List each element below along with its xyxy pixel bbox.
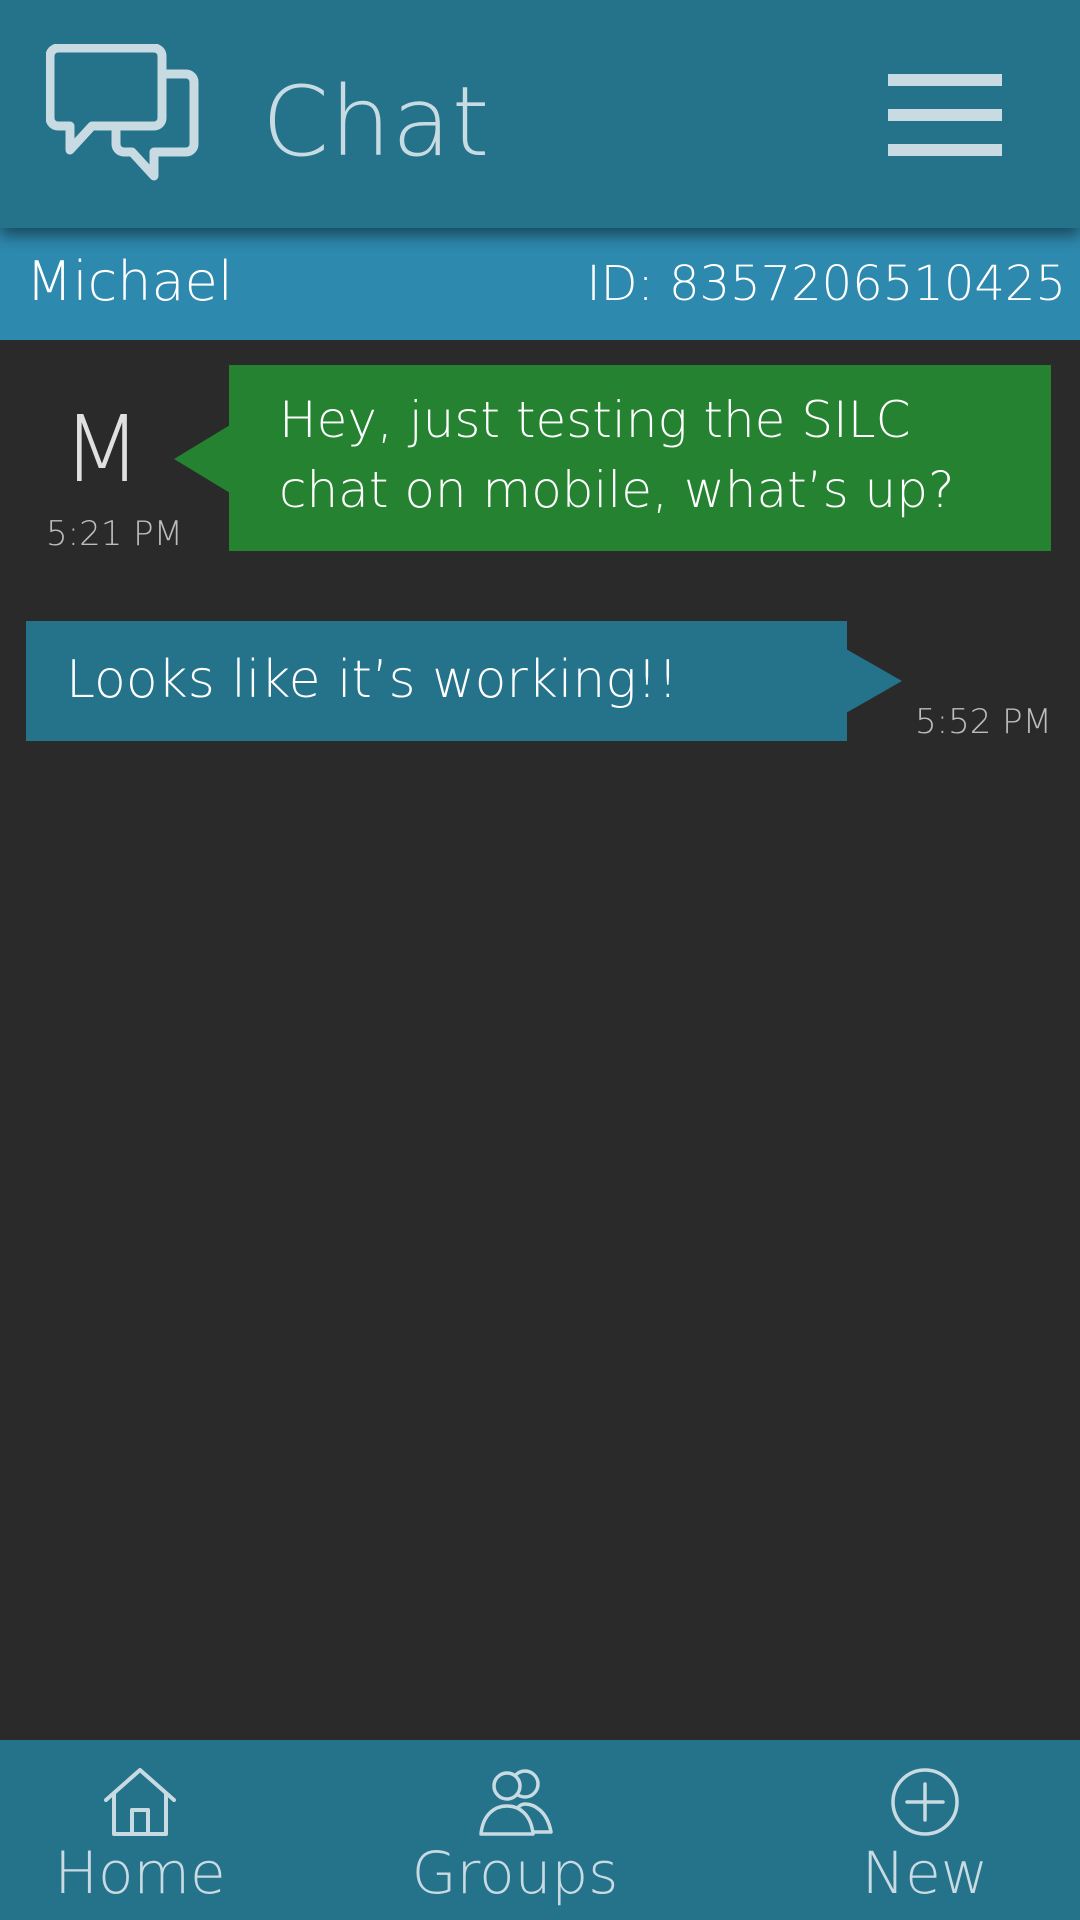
nav-new-button[interactable]: New xyxy=(830,1740,1020,1920)
nav-home-button[interactable]: Home xyxy=(40,1740,240,1920)
app-header: Chat xyxy=(0,0,1080,228)
message-bubble: Hey, just testing the SILC chat on mobil… xyxy=(229,365,1051,551)
message-text: Hey, just testing the SILC chat on mobil… xyxy=(279,391,955,519)
contact-name: Michael xyxy=(26,250,233,313)
hamburger-menu-icon-bar xyxy=(888,144,1002,156)
sender-avatar-initial: M xyxy=(62,396,142,503)
home-icon xyxy=(104,1768,176,1836)
groups-icon xyxy=(479,1769,553,1836)
nav-groups-button[interactable]: Groups xyxy=(410,1740,620,1920)
hamburger-menu-icon xyxy=(888,74,1002,86)
menu-button[interactable] xyxy=(880,60,1010,170)
message-bubble-tail xyxy=(174,425,230,493)
page-title: Chat xyxy=(262,66,491,178)
chat-screen: Chat Michael ID: 8357206510425 M 5:21 PM… xyxy=(0,0,1080,1920)
message-text: Looks like it’s working!! xyxy=(66,650,679,710)
contact-bar: Michael ID: 8357206510425 xyxy=(0,228,1080,340)
message-timestamp: 5:52 PM xyxy=(915,702,1052,742)
message-bubble-tail xyxy=(846,649,902,713)
nav-home-label: Home xyxy=(54,1839,226,1907)
message-timestamp: 5:21 PM xyxy=(46,514,183,554)
message-bubble: Looks like it’s working!! xyxy=(26,621,847,741)
nav-new-label: New xyxy=(861,1839,989,1907)
nav-groups-label: Groups xyxy=(411,1839,619,1907)
chat-bubbles-icon xyxy=(46,44,199,181)
contact-id: ID: 8357206510425 xyxy=(586,256,1066,312)
hamburger-menu-icon-bar xyxy=(888,109,1002,121)
bottom-nav: Home Groups New xyxy=(0,1740,1080,1920)
message-list[interactable]: M 5:21 PM Hey, just testing the SILC cha… xyxy=(0,340,1080,1740)
plus-circle-icon xyxy=(891,1768,959,1836)
